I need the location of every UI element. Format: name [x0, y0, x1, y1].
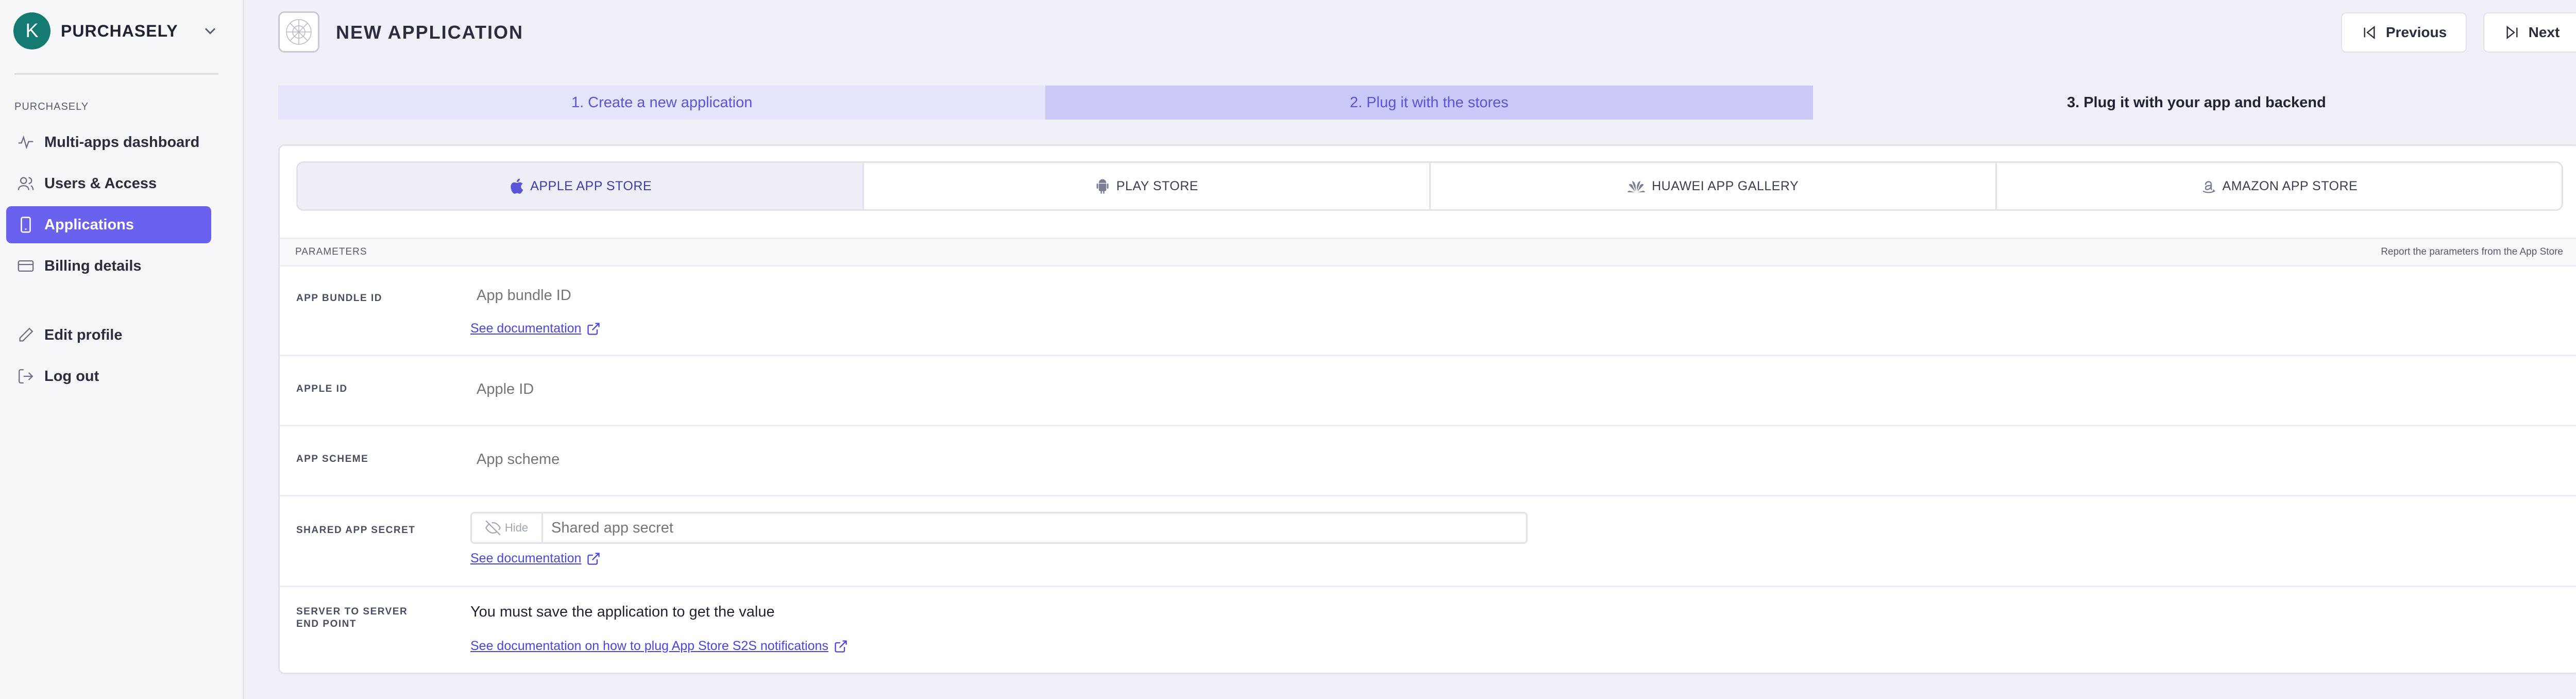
sidebar-item-users-access[interactable]: Users & Access — [6, 165, 211, 202]
server-to-server-value: You must save the application to get the… — [470, 604, 775, 620]
sidebar-item-log-out[interactable]: Log out — [6, 358, 211, 395]
doc-link-label: See documentation on how to plug App Sto… — [470, 639, 828, 653]
sidebar-divider — [14, 73, 218, 75]
external-link-icon — [587, 322, 600, 335]
avatar: K — [13, 12, 50, 49]
app-scheme-label: APP SCHEME — [296, 454, 369, 464]
sidebar: K PURCHASELY PURCHASELY Multi-apps dashb… — [0, 0, 244, 699]
credit-card-icon — [15, 256, 36, 276]
parameters-hint: Report the parameters from the App Store — [2381, 246, 2563, 257]
apple-id-row: APPLE ID — [280, 356, 2576, 426]
shared-app-secret-row: SHARED APP SECRET Hide See documentation — [280, 496, 2576, 587]
amazon-icon — [2202, 181, 2215, 193]
parameters-header: PARAMETERS Report the parameters from th… — [280, 238, 2576, 267]
doc-link-label: See documentation — [470, 551, 582, 565]
skip-back-icon — [2364, 25, 2375, 40]
external-link-icon — [587, 552, 600, 565]
app-logo — [278, 11, 319, 53]
hide-label: Hide — [504, 521, 529, 534]
store-tabs: APPLE APP STORE PLAY STORE HUAWEI APP GA… — [296, 161, 2563, 211]
store-config-card: APPLE APP STORE PLAY STORE HUAWEI APP GA… — [278, 144, 2576, 674]
sidebar-item-label: Applications — [44, 216, 134, 233]
tab-amazon-app-store[interactable]: AMAZON APP STORE — [1997, 163, 2562, 209]
org-name: PURCHASELY — [61, 21, 178, 40]
server-to-server-label: SERVER TO SERVER END POINT — [296, 606, 408, 629]
users-icon — [15, 173, 36, 194]
apple-id-label: APPLE ID — [296, 384, 348, 394]
tab-label: AMAZON APP STORE — [2222, 178, 2358, 193]
pencil-icon — [15, 325, 36, 345]
step-plug-app-backend[interactable]: 3. Plug it with your app and backend — [1813, 86, 2576, 120]
sidebar-item-label: Users & Access — [44, 175, 157, 192]
server-to-server-row: SERVER TO SERVER END POINT You must save… — [280, 587, 2576, 673]
apple-id-input[interactable] — [477, 381, 1404, 398]
s2s-documentation-link[interactable]: See documentation on how to plug App Sto… — [470, 639, 848, 654]
skip-forward-icon — [2506, 25, 2518, 40]
previous-label: Previous — [2385, 24, 2447, 40]
sidebar-item-applications[interactable]: Applications — [6, 206, 211, 243]
logout-icon — [15, 366, 36, 387]
org-switcher[interactable]: K PURCHASELY — [13, 10, 219, 52]
shared-secret-documentation-link[interactable]: See documentation — [470, 551, 601, 566]
previous-button[interactable]: Previous — [2341, 12, 2467, 53]
tab-play-store[interactable]: PLAY STORE — [864, 163, 1431, 209]
app-scheme-input[interactable] — [477, 451, 1404, 468]
app-bundle-id-row: APP BUNDLE ID See documentation — [280, 267, 2576, 356]
doc-link-label: See documentation — [470, 321, 582, 336]
activity-icon — [15, 132, 36, 153]
sidebar-item-label: Edit profile — [44, 326, 123, 343]
tab-label: PLAY STORE — [1116, 178, 1198, 193]
tab-label: APPLE APP STORE — [530, 178, 652, 193]
shared-secret-field: Hide — [470, 512, 1528, 544]
sidebar-item-label: Log out — [44, 368, 99, 385]
parameters-label: PARAMETERS — [295, 246, 367, 257]
shared-app-secret-label: SHARED APP SECRET — [296, 525, 416, 536]
sidebar-item-edit-profile[interactable]: Edit profile — [6, 317, 211, 354]
eye-off-icon — [485, 520, 501, 536]
stepper: 1. Create a new application 2. Plug it w… — [278, 86, 2576, 120]
hide-secret-toggle[interactable]: Hide — [470, 512, 541, 544]
sidebar-item-label: Multi-apps dashboard — [44, 134, 200, 151]
phone-icon — [15, 214, 36, 235]
huawei-icon — [1628, 181, 1645, 192]
bundle-id-documentation-link[interactable]: See documentation — [470, 321, 601, 336]
sidebar-section-label: PURCHASELY — [14, 101, 89, 112]
app-scheme-row: APP SCHEME — [280, 426, 2576, 496]
sidebar-item-multi-apps-dashboard[interactable]: Multi-apps dashboard — [6, 124, 211, 161]
apple-icon — [511, 178, 523, 194]
tab-huawei-app-gallery[interactable]: HUAWEI APP GALLERY — [1431, 163, 1997, 209]
app-bundle-id-input[interactable] — [477, 287, 1404, 304]
page-title: NEW APPLICATION — [336, 22, 523, 43]
sidebar-item-billing-details[interactable]: Billing details — [6, 247, 211, 285]
next-button[interactable]: Next — [2483, 12, 2576, 53]
chevron-down-icon — [205, 28, 216, 35]
android-icon — [1096, 179, 1109, 194]
app-bundle-id-label: APP BUNDLE ID — [296, 293, 382, 304]
shared-secret-input[interactable] — [541, 512, 1528, 544]
external-link-icon — [835, 640, 847, 653]
step-plug-stores[interactable]: 2. Plug it with the stores — [1045, 86, 1813, 120]
step-create-application[interactable]: 1. Create a new application — [278, 86, 1046, 120]
sidebar-item-label: Billing details — [44, 257, 142, 274]
tab-apple-app-store[interactable]: APPLE APP STORE — [298, 163, 865, 209]
next-label: Next — [2528, 24, 2560, 40]
tab-label: HUAWEI APP GALLERY — [1652, 178, 1799, 193]
